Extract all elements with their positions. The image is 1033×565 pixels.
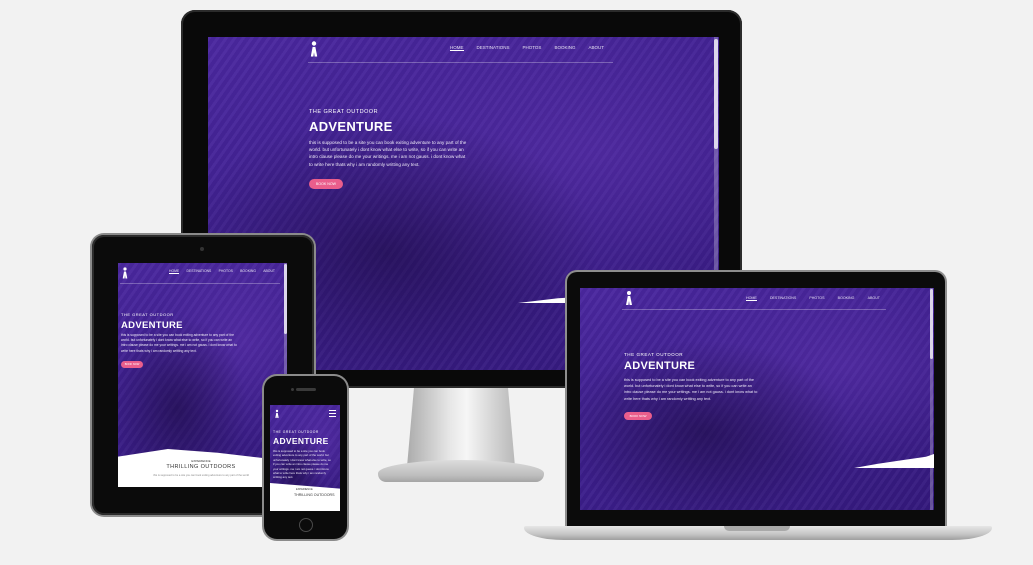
experience-section: EXPERIENCE THRILLING OUTDOORS this is su… [118, 449, 284, 487]
phone-screen: THE GREAT OUTDOOR ADVENTURE this is supp… [270, 405, 340, 511]
hero-paragraph: this is supposed to be a site you can bo… [309, 140, 467, 167]
main-nav: HOME DESTINATIONS PHOTOS BOOKING ABOUT [169, 269, 275, 274]
nav-divider [308, 62, 613, 63]
nav-booking[interactable]: BOOKING [554, 45, 575, 51]
nav-booking[interactable]: BOOKING [240, 269, 256, 274]
hiker-logo-icon[interactable] [121, 267, 129, 278]
nav-booking[interactable]: BOOKING [838, 296, 855, 301]
hero-eyebrow: THE GREAT OUTDOOR [273, 430, 319, 434]
hero-eyebrow: THE GREAT OUTDOOR [121, 312, 174, 317]
section-title: THRILLING OUTDOORS [166, 464, 236, 470]
hero-headline: ADVENTURE [121, 320, 183, 331]
scrollbar-thumb[interactable] [930, 289, 933, 359]
hamburger-menu-icon[interactable] [329, 410, 336, 417]
tablet-screen: HOME DESTINATIONS PHOTOS BOOKING ABOUT T… [118, 263, 287, 487]
main-nav: HOME DESTINATIONS PHOTOS BOOKING ABOUT [746, 296, 880, 301]
experience-section: EXPERIENCE THRILLING OUTDOORS [270, 483, 340, 511]
nav-about[interactable]: ABOUT [588, 45, 604, 51]
monitor-stand-neck [407, 388, 515, 464]
laptop-notch [724, 526, 790, 531]
hero-paragraph: this is supposed to be a site you can bo… [624, 378, 758, 401]
nav-photos[interactable]: PHOTOS [219, 269, 233, 274]
main-nav: HOME DESTINATIONS PHOTOS BOOKING ABOUT [450, 45, 604, 51]
phone-speaker [296, 388, 316, 391]
hero-paragraph: this is supposed to be a site you can bo… [121, 333, 237, 353]
nav-home[interactable]: HOME [746, 296, 757, 301]
hero-headline: ADVENTURE [273, 436, 329, 446]
section-title: THRILLING OUTDOORS [294, 493, 335, 497]
book-now-button[interactable]: BOOK NOW [624, 412, 652, 420]
hiker-logo-icon[interactable] [624, 291, 634, 305]
laptop-screen: HOME DESTINATIONS PHOTOS BOOKING ABOUT T… [580, 288, 934, 510]
nav-about[interactable]: ABOUT [263, 269, 275, 274]
nav-destinations[interactable]: DESTINATIONS [477, 45, 510, 51]
section-eyebrow: EXPERIENCE [296, 488, 313, 491]
hero-wave-divider [854, 454, 934, 468]
book-now-button[interactable]: BOOK NOW [309, 179, 343, 189]
hero-paragraph: this is supposed to be a site you can bo… [273, 449, 331, 480]
phone-home-button[interactable] [299, 518, 313, 532]
nav-divider [622, 309, 886, 310]
phone-camera [291, 388, 294, 391]
tablet-camera [200, 247, 204, 251]
nav-home[interactable]: HOME [169, 269, 180, 274]
scrollbar-thumb[interactable] [714, 39, 718, 149]
hero-eyebrow: THE GREAT OUTDOOR [309, 109, 379, 115]
hiker-logo-icon[interactable] [309, 41, 320, 56]
book-now-button[interactable]: BOOK NOW [121, 361, 143, 368]
hero-headline: ADVENTURE [309, 119, 393, 134]
hiker-logo-icon[interactable] [274, 409, 280, 418]
monitor-stand-base [378, 460, 544, 482]
scrollbar-thumb[interactable] [284, 264, 287, 334]
section-text: this is supposed to be a site you can bo… [153, 474, 249, 477]
hero-headline: ADVENTURE [624, 360, 696, 372]
nav-divider [120, 283, 280, 284]
nav-photos[interactable]: PHOTOS [522, 45, 541, 51]
nav-home[interactable]: HOME [450, 45, 464, 51]
nav-about[interactable]: ABOUT [868, 296, 880, 301]
nav-destinations[interactable]: DESTINATIONS [770, 296, 796, 301]
section-eyebrow: EXPERIENCE [191, 459, 211, 463]
nav-photos[interactable]: PHOTOS [809, 296, 824, 301]
nav-destinations[interactable]: DESTINATIONS [186, 269, 211, 274]
hero-eyebrow: THE GREAT OUTDOOR [624, 352, 684, 357]
